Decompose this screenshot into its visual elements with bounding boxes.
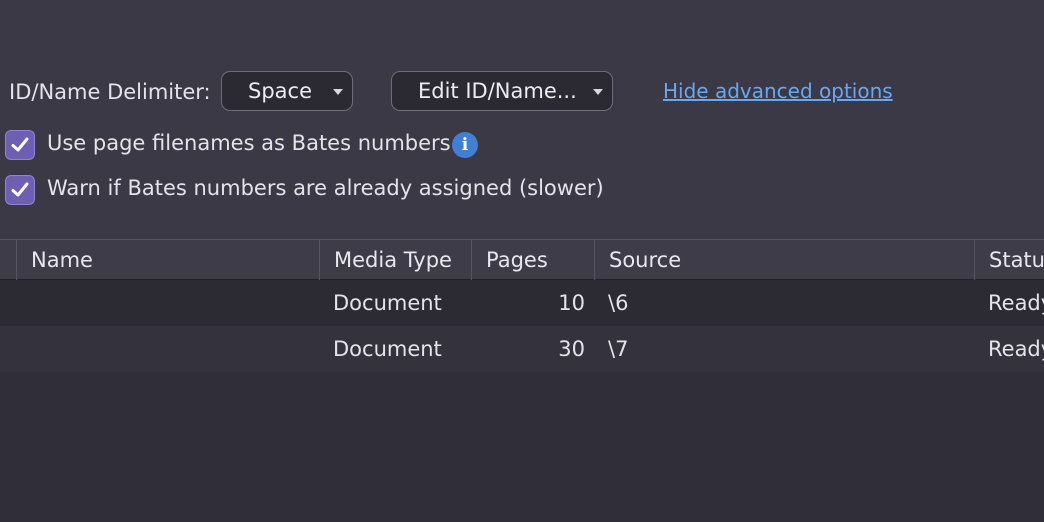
edit-id-name-label: Edit ID/Name... [418,79,577,103]
use-filenames-label: Use page filenames as Bates numbers [47,131,451,155]
chevron-down-icon [333,89,343,95]
column-header-status[interactable]: Status [974,240,1044,280]
delimiter-value: Space [248,79,312,103]
table-row[interactable]: Document 10 \6 Ready [0,280,1044,326]
cell-source: \6 [608,291,629,315]
column-header-name[interactable]: Name [16,240,319,280]
warn-bates-label: Warn if Bates numbers are already assign… [47,176,604,200]
column-header-pages[interactable]: Pages [471,240,594,280]
column-header-source[interactable]: Source [594,240,974,280]
edit-id-name-button[interactable]: Edit ID/Name... [391,71,613,111]
chevron-down-icon [593,89,603,95]
options-panel: ID/Name Delimiter: Space Edit ID/Name...… [0,0,1044,240]
cell-pages: 30 [558,337,585,361]
use-filenames-checkbox[interactable] [5,130,35,160]
column-header-select[interactable] [0,240,16,280]
delimiter-row: ID/Name Delimiter: Space Edit ID/Name...… [0,71,1044,113]
cell-status: Ready [988,337,1044,361]
delimiter-dropdown[interactable]: Space [221,71,353,111]
warn-bates-checkbox[interactable] [5,175,35,205]
checkmark-icon [11,182,29,197]
table-row[interactable]: Document 30 \7 Ready [0,326,1044,372]
use-filenames-option: Use page filenames as Bates numbers i [0,128,700,162]
media-table: Name Media Type Pages Source Status Docu… [0,239,1044,522]
cell-pages: 10 [558,291,585,315]
warn-bates-option: Warn if Bates numbers are already assign… [0,173,700,207]
table-header: Name Media Type Pages Source Status [0,239,1044,280]
column-header-media-type[interactable]: Media Type [319,240,471,280]
cell-media-type: Document [333,337,442,361]
hide-advanced-options-link[interactable]: Hide advanced options [663,79,893,103]
delimiter-label: ID/Name Delimiter: [9,80,211,104]
checkmark-icon [11,137,29,152]
cell-status: Ready [988,291,1044,315]
info-icon[interactable]: i [452,132,478,158]
cell-media-type: Document [333,291,442,315]
cell-source: \7 [608,337,629,361]
